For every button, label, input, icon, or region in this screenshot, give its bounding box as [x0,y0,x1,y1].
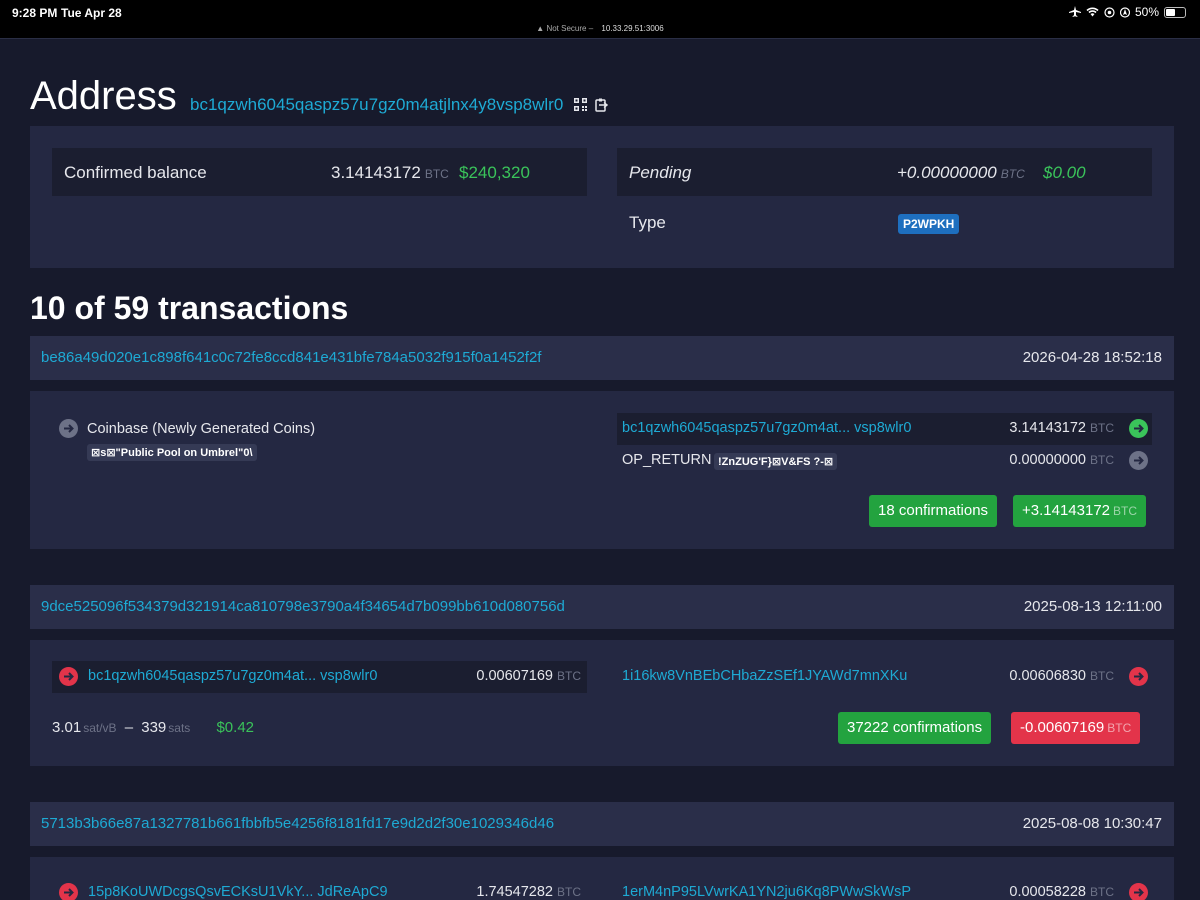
status-bar: 9:28 PM Tue Apr 28 50% ▲ Not Secure – 10… [0,0,1200,38]
output-arrow-icon[interactable] [1129,419,1148,438]
input-amount: 0.00607169 BTC [476,668,581,684]
pending-amount: +0.00000000 BTC [897,163,1025,182]
tx-timestamp: 2025-08-08 10:30:47 [1022,815,1162,832]
type-badge: P2WPKH [898,214,960,234]
tx-id-link[interactable]: be86a49d020e1c898f641c0c72fe8ccd841e431b… [41,349,541,366]
tx-id-link[interactable]: 9dce525096f534379d321914ca810798e3790a4f… [41,598,565,615]
url-bar[interactable]: ▲ Not Secure – 10.33.29.51:3006 [0,24,1200,33]
output-arrow-icon[interactable] [1129,883,1148,900]
output-address-link[interactable]: bc1qzwh6045qaspz57u7gz0m4at... vsp8wlr0 [622,420,911,436]
coinbase-arrow-icon [59,419,78,438]
input-arrow-icon[interactable] [59,883,78,900]
output-amount: 3.14143172 BTC [1009,420,1114,436]
battery-percent: 50% [1134,5,1159,19]
confirmed-balance-fiat: $240,320 [459,163,530,182]
type-label: Type [629,213,666,232]
input-address-link[interactable]: 15p8KoUWDcgsQsvECKsU1VkY... JdReApC9 [88,884,388,900]
coinbase-script: ⊠s⊠"Public Pool on Umbrel"0\ [87,444,257,461]
output-amount: 0.00606830 BTC [1009,668,1114,684]
input-arrow-icon[interactable] [59,667,78,686]
pending-row: Pending +0.00000000 BTC $0.00 [617,148,1152,196]
tx-timestamp: 2026-04-28 18:52:18 [1022,349,1162,366]
confirmations-badge: 18 confirmations [869,495,998,527]
input-address-link[interactable]: bc1qzwh6045qaspz57u7gz0m4at... vsp8wlr0 [88,668,377,684]
battery-icon [1164,6,1186,18]
tx-body: Coinbase (Newly Generated Coins) ⊠s⊠"Pub… [30,391,1174,549]
status-time: 9:28 PM [12,6,58,20]
status-date: Tue Apr 28 [61,6,122,20]
input-amount: 1.74547282 BTC [476,884,581,900]
not-secure-label: Not Secure [546,24,587,33]
output-row: 1erM4nP95LVwrKA1YN2ju6Kq8PWwSkWsP 0.0005… [617,877,1152,900]
op-return-label: OP_RETURN [622,452,712,468]
confirmed-balance-label: Confirmed balance [64,163,207,182]
output-arrow-icon[interactable] [1129,667,1148,686]
pending-label: Pending [629,163,692,182]
tx-id-link[interactable]: 5713b3b66e87a1327781b661fbbfb5e4256f8181… [41,815,554,832]
address-hash[interactable]: bc1qzwh6045qaspz57u7gz0m4atjlnx4y8vsp8wl… [190,95,563,115]
url-text: 10.33.29.51:3006 [601,24,664,33]
confirmed-balance-row: Confirmed balance 3.14143172 BTC $240,320 [52,148,587,196]
tx-timestamp: 2025-08-13 12:11:00 [1023,598,1162,615]
tx-body: 15p8KoUWDcgsQsvECKsU1VkY... JdReApC9 1.7… [30,857,1174,900]
op-return-script: !ZnZUG'F}⊠V&FS ?-⊠ [714,453,838,470]
output-row: bc1qzwh6045qaspz57u7gz0m4at... vsp8wlr0 … [617,413,1152,445]
output-row: OP_RETURN !ZnZUG'F}⊠V&FS ?-⊠ 0.00000000 B… [617,445,1152,477]
input-row: 15p8KoUWDcgsQsvECKsU1VkY... JdReApC9 1.7… [52,877,587,900]
page-title: Address [30,74,177,118]
output-amount: 0.00000000 BTC [1009,452,1114,468]
tx-header: 9dce525096f534379d321914ca810798e3790a4f… [30,585,1174,629]
amount-delta-badge: +3.14143172 BTC [1013,495,1147,527]
vpn-icon [1104,6,1115,18]
tx-body: bc1qzwh6045qaspz57u7gz0m4at... vsp8wlr0 … [30,640,1174,766]
output-row: 1i16kw8VnBEbCHbaZzSEf1JYAWd7mnXKu 0.0060… [617,661,1152,693]
location-icon [1119,6,1130,18]
qr-code-icon[interactable] [574,98,587,111]
coinbase-label: Coinbase (Newly Generated Coins) [87,421,316,437]
airplane-icon [1068,6,1081,17]
output-amount: 0.00058228 BTC [1009,884,1114,900]
output-address-link[interactable]: 1i16kw8VnBEbCHbaZzSEf1JYAWd7mnXKu [622,668,907,684]
confirmed-balance-amount: 3.14143172 BTC [331,163,449,182]
output-address-link[interactable]: 1erM4nP95LVwrKA1YN2ju6Kq8PWwSkWsP [622,884,911,900]
status-icons: 50% [1068,5,1186,19]
copy-icon[interactable] [595,98,608,112]
output-arrow-icon[interactable] [1129,451,1148,470]
pending-fiat: $0.00 [1043,163,1086,182]
transactions-title: 10 of 59 transactions [30,290,349,326]
tx-header: 5713b3b66e87a1327781b661fbbfb5e4256f8181… [30,802,1174,846]
fee-info: 3.01 sat/vB – 339 sats $0.42 [52,719,255,736]
wifi-icon [1086,7,1099,17]
address-summary-panel: Confirmed balance 3.14143172 BTC $240,320… [30,126,1174,268]
header-divider [0,38,1200,48]
confirmations-badge: 37222 confirmations [838,712,992,744]
tx-header: be86a49d020e1c898f641c0c72fe8ccd841e431b… [30,336,1174,380]
address-actions [574,98,608,112]
input-row: bc1qzwh6045qaspz57u7gz0m4at... vsp8wlr0 … [52,661,587,693]
warning-icon: ▲ [536,24,545,33]
amount-delta-badge: -0.00607169 BTC [1011,712,1141,744]
